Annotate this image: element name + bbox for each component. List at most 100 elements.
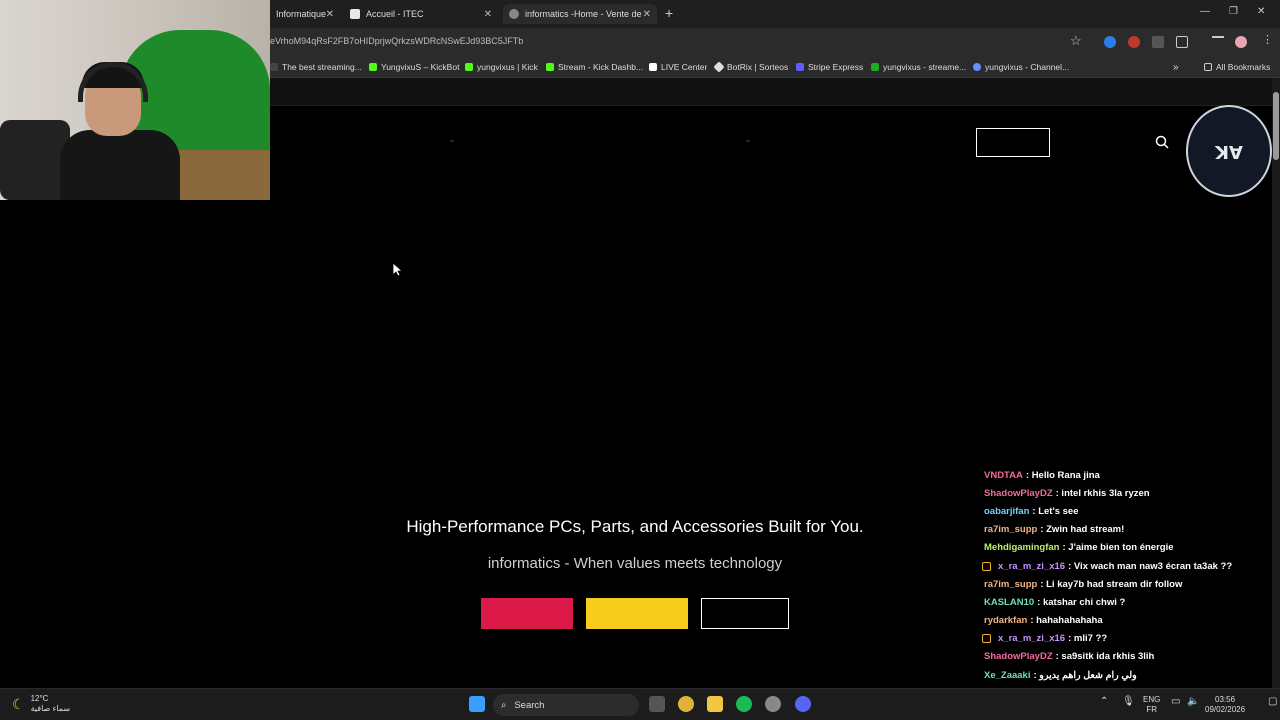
chat-username: oabarjifan	[984, 505, 1030, 517]
nav-chevron-down-icon[interactable]: ⌄	[744, 134, 752, 145]
close-window-icon[interactable]: ✕	[1257, 6, 1265, 17]
file-explorer-icon[interactable]	[707, 696, 723, 712]
chat-message: ShadowPlayDZ: intel rkhis 3la ryzen	[980, 484, 1270, 502]
tray-chevron-up-icon[interactable]: ⌃	[1100, 697, 1108, 707]
weather-widget[interactable]: ☾ 12°C سماء صافية	[12, 694, 70, 714]
chat-text: : Hello Rana jina	[1025, 469, 1100, 481]
tab-informatics-home[interactable]: informatics -Home - Vente de ✕	[503, 4, 657, 24]
microphone-icon[interactable]: 🎙	[1122, 697, 1135, 707]
subscriber-badge-icon	[982, 634, 991, 644]
chat-message: x_ra_m_zi_x16: mli7 ??	[980, 630, 1270, 648]
chat-message: ra7im_supp: Zwin had stream!	[980, 521, 1270, 539]
nav-chevron-down-icon[interactable]: ⌄	[448, 134, 456, 145]
network-icon[interactable]: ▭	[1171, 697, 1180, 707]
chat-text: : katshar chi chwi ?	[1037, 596, 1126, 608]
chat-text: : intel rkhis 3la ryzen	[1055, 487, 1150, 499]
bookmark-item[interactable]: LIVE Center	[649, 62, 707, 72]
kickbot-icon	[369, 63, 377, 71]
hero-button-primary[interactable]	[481, 598, 573, 629]
chat-message: Mehdigamingfan: J'aime bien ton énergie	[980, 539, 1270, 557]
kick-icon	[546, 63, 554, 71]
mouse-cursor-icon	[393, 263, 403, 277]
bookmark-item[interactable]: yungvixus - Channel...	[973, 62, 1069, 72]
extensions-puzzle-icon[interactable]	[1176, 36, 1188, 48]
chat-message: ShadowPlayDZ: sa9sitk ida rkhis 3lih	[980, 648, 1270, 666]
search-icon[interactable]	[1155, 135, 1169, 149]
bookmark-item[interactable]: Stream - Kick Dashb...	[546, 62, 643, 72]
bookmark-icon	[270, 63, 278, 71]
bookmark-item[interactable]: yungvixus - streame...	[871, 62, 966, 72]
botrix-icon	[713, 61, 725, 73]
extension-k-icon[interactable]	[1152, 36, 1164, 48]
clock[interactable]: 03:56 09/02/2026	[1205, 695, 1245, 715]
bookmark-item[interactable]: BotRix | Sorteos	[713, 61, 788, 73]
chat-username: ra7im_supp	[984, 524, 1038, 536]
close-icon[interactable]: ✕	[326, 9, 334, 20]
tab-label: Informatique	[276, 9, 327, 19]
scrollbar-track[interactable]	[1272, 78, 1280, 688]
tab-informatique[interactable]: Informatique ✕	[270, 4, 340, 24]
bookmark-label: Stream - Kick Dashb...	[558, 62, 644, 72]
hero-button-outline[interactable]	[701, 598, 789, 629]
extension-icon[interactable]	[1104, 36, 1116, 48]
bookmark-star-icon[interactable]: ☆	[1070, 33, 1082, 49]
bookmark-item[interactable]: yungvixus | Kick	[465, 62, 538, 72]
start-icon[interactable]	[469, 696, 485, 712]
weather-desc: سماء صافية	[30, 704, 71, 713]
close-icon[interactable]: ✕	[643, 9, 651, 20]
favicon-icon	[350, 9, 360, 19]
obs-icon[interactable]	[765, 696, 781, 712]
close-icon[interactable]: ✕	[484, 9, 492, 20]
bookmark-item[interactable]: The best streaming...	[270, 62, 362, 72]
url-field[interactable]: eVrhoM94qRsF2FB7oHIDprjwQrkzsWDRcNSwEJd9…	[270, 36, 523, 46]
maximize-icon[interactable]: ❐	[1229, 6, 1238, 17]
streamer-logo: AK	[1186, 105, 1272, 197]
task-view-icon[interactable]	[649, 696, 665, 712]
tab-itec[interactable]: Accueil - ITEC ✕	[344, 4, 498, 24]
hero-subtitle: informatics - When values meets technolo…	[487, 555, 783, 572]
chat-message: rydarkfan: hahahahahaha	[980, 612, 1270, 630]
more-bookmarks-icon[interactable]: »	[1173, 62, 1179, 73]
clock-time: 03:56	[1215, 695, 1236, 704]
bookmark-item[interactable]: YungvixuS – KickBot	[369, 62, 459, 72]
spotify-icon[interactable]	[736, 696, 752, 712]
chat-text: : mli7 ??	[1068, 633, 1108, 645]
minimize-icon[interactable]: —	[1200, 6, 1210, 17]
new-tab-icon[interactable]: +	[665, 5, 673, 21]
discord-icon[interactable]	[795, 696, 811, 712]
scrollbar-thumb[interactable]	[1273, 92, 1279, 160]
volume-icon[interactable]: 🔈	[1187, 697, 1199, 707]
header-button[interactable]	[976, 128, 1050, 157]
extension-badge-icon[interactable]	[1128, 36, 1140, 48]
reading-list-icon[interactable]	[1212, 36, 1224, 44]
chat-username: KASLAN10	[984, 596, 1035, 608]
tab-label: informatics -Home - Vente de	[525, 9, 642, 19]
moon-icon: ☾	[12, 695, 25, 712]
bookmark-label: yungvixus | Kick	[477, 62, 538, 72]
search-icon: ⌕	[501, 699, 507, 711]
chat-text: : Zwin had stream!	[1040, 524, 1125, 536]
bookmark-label: The best streaming...	[282, 62, 362, 72]
hero-button-secondary[interactable]	[586, 598, 688, 629]
language-indicator[interactable]: ENG FR	[1143, 695, 1160, 715]
chat-message: oabarjifan: Let's see	[980, 502, 1270, 520]
chat-text: : J'aime bien ton énergie	[1062, 542, 1174, 554]
chat-text: : Li kay7b had stream dir follow	[1040, 578, 1183, 590]
search-placeholder: Search	[514, 699, 545, 711]
clock-date: 09/02/2026	[1205, 705, 1246, 714]
lang-secondary: FR	[1146, 705, 1157, 714]
notification-icon[interactable]: ▢	[1268, 697, 1277, 707]
all-bookmarks[interactable]: All Bookmarks	[1204, 62, 1270, 72]
bookmark-item[interactable]: Stripe Express	[796, 62, 863, 72]
taskbar-search[interactable]: ⌕ Search	[493, 694, 639, 716]
bookmark-label: yungvixus - streame...	[883, 62, 967, 72]
chat-username: x_ra_m_zi_x16	[998, 633, 1066, 645]
chat-username: ra7im_supp	[984, 578, 1038, 590]
chrome-icon[interactable]	[678, 696, 694, 712]
menu-kebab-icon[interactable]: ⋮	[1262, 33, 1274, 46]
profile-avatar[interactable]	[1235, 36, 1247, 48]
tab-label: Accueil - ITEC	[366, 9, 424, 19]
chat-message: x_ra_m_zi_x16: Vix wach man naw3 écran t…	[980, 557, 1270, 575]
lang-primary: ENG	[1143, 695, 1161, 704]
taskbar: ☾ 12°C سماء صافية ⌕ Search ⌃ 🎙 ENG FR ▭ …	[0, 688, 1280, 720]
